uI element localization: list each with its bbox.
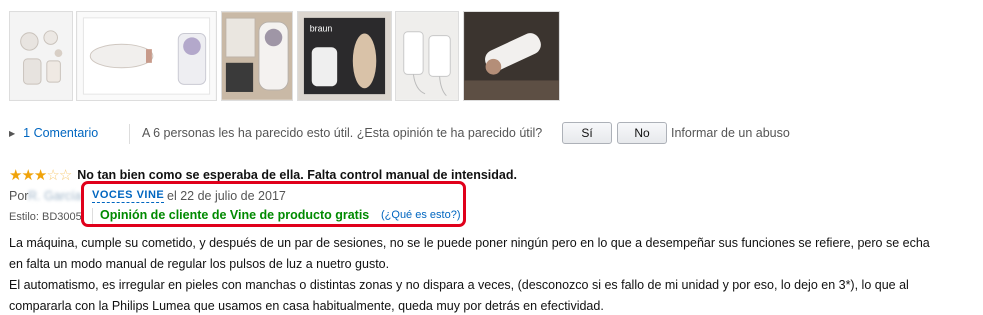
- star-full-icon: ★: [9, 166, 22, 184]
- thumb-box-front[interactable]: braun: [297, 11, 392, 101]
- vine-voices-badge[interactable]: VOCES VINE: [92, 189, 165, 203]
- star-full-icon: ★: [33, 166, 47, 184]
- review-text-line: El automatismo, es irregular en pieles c…: [9, 278, 909, 292]
- helpful-yes-button[interactable]: Sí: [562, 122, 612, 144]
- thumb-accessories[interactable]: [9, 11, 73, 101]
- thumb-chargers[interactable]: [395, 11, 459, 101]
- author-row: Por R. García: [9, 189, 82, 203]
- thumb-device-hand[interactable]: [463, 11, 560, 101]
- review-actions-row: ▶ 1 Comentario A 6 personas les ha parec…: [9, 121, 969, 147]
- star-empty-icon: ☆: [46, 166, 59, 184]
- by-label: Por: [9, 189, 29, 203]
- vine-help-link[interactable]: (¿Qué es esto?): [381, 209, 460, 221]
- expand-triangle-icon: ▶: [9, 128, 16, 138]
- product-style: Estilo: BD3005: [9, 211, 82, 223]
- review-text-line: La máquina, cumple su cometido, y despué…: [9, 236, 930, 250]
- star-rating: ★ ★ ★ ☆ ☆: [9, 166, 72, 184]
- unboxed-device-image: [222, 12, 292, 100]
- review-title[interactable]: No tan bien como se esperaba de ella. Fa…: [77, 168, 517, 182]
- epilator-accessories-image: [10, 12, 72, 100]
- review-text-line: compararla con la Philips Lumea que usam…: [9, 299, 604, 313]
- thumb-unboxed[interactable]: [221, 11, 293, 101]
- chargers-image: [396, 12, 458, 100]
- author-name[interactable]: R. García: [28, 189, 82, 203]
- epilator-device-image: [77, 12, 216, 100]
- thumb-device-box[interactable]: [76, 11, 217, 101]
- star-empty-icon: ☆: [58, 166, 72, 184]
- divider: [129, 124, 130, 144]
- report-abuse-link[interactable]: Informar de un abuso: [671, 126, 790, 140]
- comments-link[interactable]: ▶ 1 Comentario: [9, 126, 98, 140]
- device-in-hand-image: [464, 12, 559, 100]
- helpful-no-button[interactable]: No: [617, 122, 667, 144]
- review-text-line: en falta un modo manual de regular los p…: [9, 257, 390, 271]
- svg-text:braun: braun: [310, 24, 333, 34]
- comments-label: 1 Comentario: [23, 126, 99, 140]
- divider: [92, 208, 93, 224]
- star-full-icon: ★: [21, 166, 34, 184]
- helpful-question: A 6 personas les ha parecido esto útil. …: [142, 126, 543, 140]
- review-body: La máquina, cumple su cometido, y despué…: [9, 233, 983, 315]
- review-date: el 22 de julio de 2017: [167, 189, 286, 203]
- braun-box-image: braun: [298, 12, 391, 100]
- vine-free-product-label: Opinión de cliente de Vine de producto g…: [100, 208, 370, 222]
